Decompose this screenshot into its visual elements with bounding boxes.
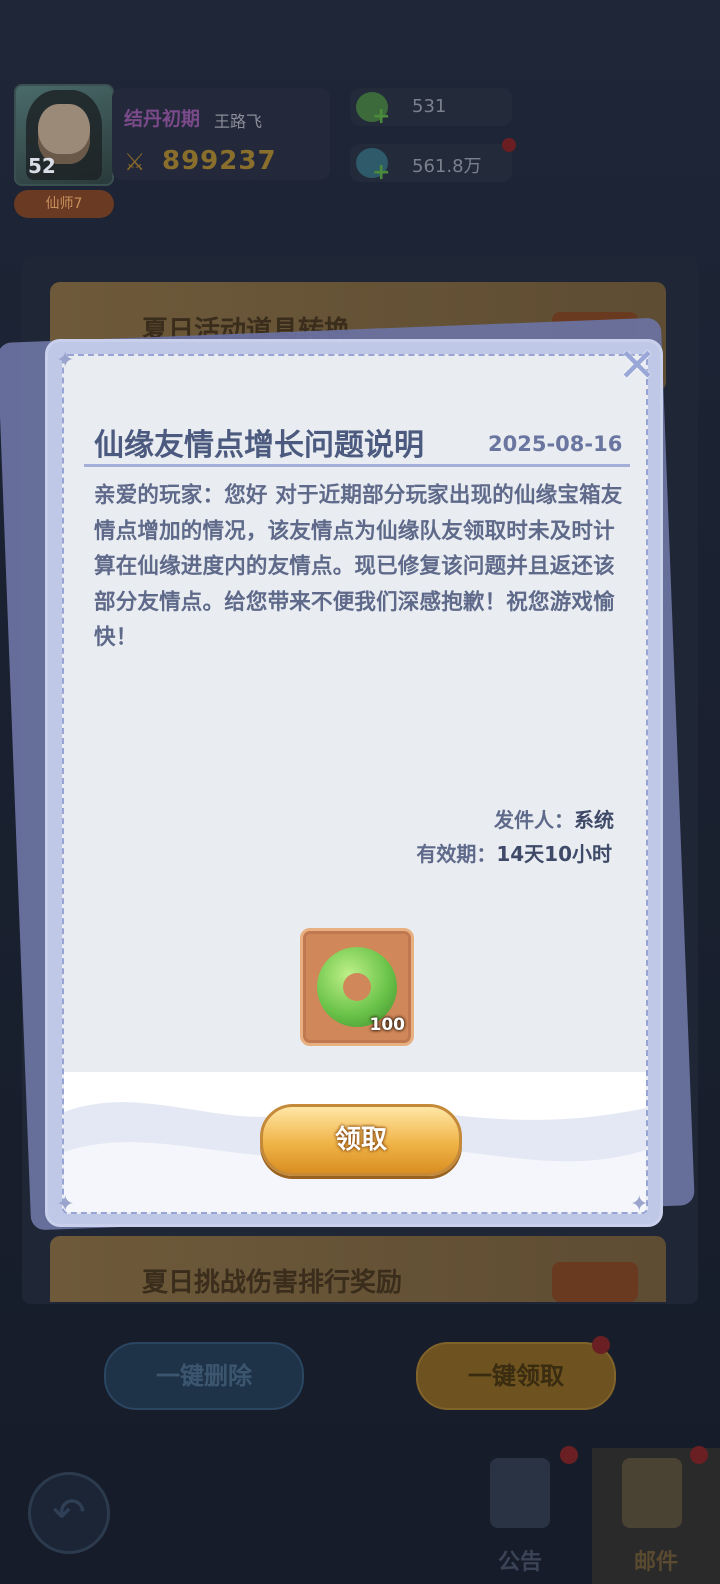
tab-notice[interactable]: 公告 [460, 1448, 580, 1584]
jade-ring-hole [343, 973, 371, 1001]
swords-icon: ⚔ [124, 148, 146, 176]
resource-value: 561.8万 [412, 156, 482, 177]
mail-detail-body: 亲爱的玩家：您好 对于近期部分玩家出现的仙缘宝箱友情点增加的情况，该友情点为仙缘… [94, 483, 623, 650]
corner-star-icon: ✦ [630, 1192, 649, 1217]
claim-all-button[interactable]: 一键领取 [416, 1342, 616, 1410]
mail-detail-date: 2025-08-16 [488, 432, 623, 456]
sender-label: 发件人： [494, 808, 574, 832]
claim-button[interactable]: 领取 [260, 1104, 462, 1176]
mail-list-item[interactable]: 夏日挑战伤害排行奖励 [50, 1236, 666, 1302]
title-divider [84, 464, 630, 467]
corner-star-icon: ✦ [56, 1192, 75, 1217]
expire-value: 14天10小时 [496, 842, 612, 866]
mail-detail-title: 仙缘友情点增长问题说明 [94, 428, 424, 463]
tab-mail-label: 邮件 [633, 1550, 678, 1575]
back-arrow-icon[interactable]: ↶ [28, 1472, 110, 1554]
expire-label: 有效期： [416, 842, 497, 866]
resource-gems[interactable]: + 531 [350, 88, 512, 129]
notification-dot [502, 138, 516, 152]
sender-value: 系统 [574, 808, 614, 832]
tab-notice-label: 公告 [497, 1550, 542, 1575]
notification-dot [592, 1336, 610, 1354]
corner-star-icon: ✦ [56, 348, 75, 373]
plus-icon[interactable]: + [372, 160, 390, 185]
resource-spirit-stones[interactable]: + 561.8万 [350, 138, 516, 185]
attachment-item[interactable]: 100 [300, 928, 414, 1046]
attachment-quantity: 100 [369, 1015, 406, 1035]
combat-power: 899237 [162, 146, 277, 176]
mail-title: 夏日挑战伤害排行奖励 [142, 1268, 403, 1298]
envelope-icon [622, 1458, 682, 1528]
delete-all-button[interactable]: 一键删除 [104, 1342, 304, 1410]
notification-dot [560, 1446, 578, 1464]
title-badge[interactable]: 仙师7 [14, 190, 114, 218]
plus-icon[interactable]: + [372, 104, 390, 129]
mail-attachment-icon [552, 1262, 638, 1302]
mail-detail-dialog: ✦ ✦ ✦ [48, 342, 660, 1224]
sender-line: 发件人：系统 [494, 804, 614, 833]
player-name: 王路飞 [214, 112, 263, 131]
expire-line: 有效期：14天10小时 [416, 838, 612, 867]
notification-dot [690, 1446, 708, 1464]
close-icon[interactable]: ✕ [612, 340, 662, 390]
player-realm: 结丹初期 [124, 108, 201, 130]
player-level: 52 [28, 154, 56, 178]
resource-value: 531 [412, 96, 447, 117]
notice-board-icon [490, 1458, 550, 1528]
tab-mail[interactable]: 邮件 [592, 1448, 720, 1584]
